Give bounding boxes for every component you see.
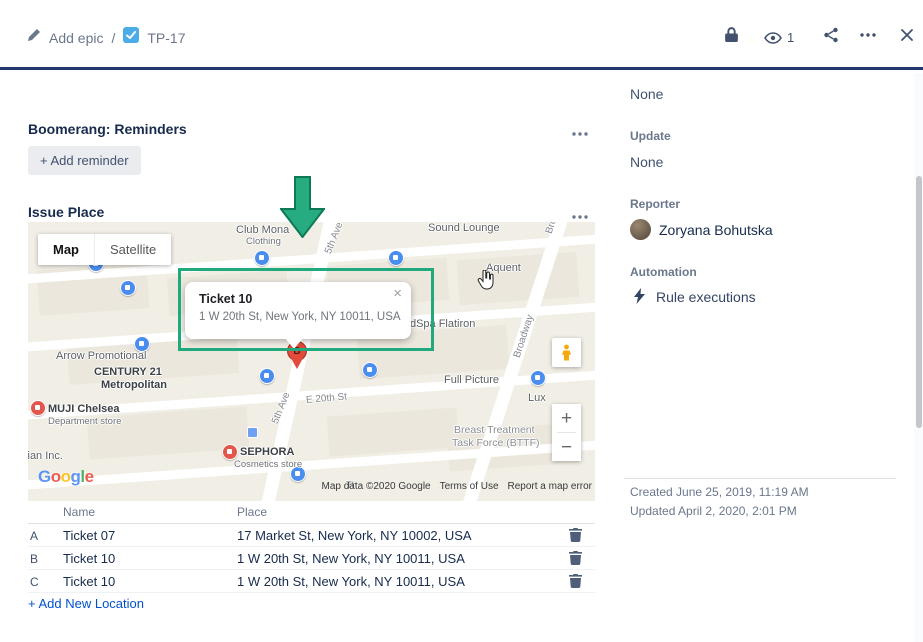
map-label: Arrow Promotional [56,350,146,362]
map-label: Department store [48,416,121,427]
street-view-pegman[interactable] [552,338,581,367]
map-label: Sound Lounge [428,222,500,234]
update-field-label: Update [630,129,671,143]
add-reminder-button[interactable]: + Add reminder [28,146,141,175]
map-label: Lux [528,392,546,404]
annotation-highlight-rect [178,268,434,351]
map-poi-icon[interactable] [259,368,275,384]
map-label: MUJI Chelsea [48,403,120,415]
map-poi-icon[interactable] [120,280,136,296]
google-logo: Google [38,467,94,487]
map-label: Cosmetics store [234,459,302,470]
update-field-value: None [630,154,663,170]
location-letter: B [30,552,38,566]
location-table-row: C Ticket 10 1 W 20th St, New York, NY 1001… [28,570,595,593]
watchers-count: 1 [787,30,794,45]
created-timestamp: Created June 25, 2019, 11:19 AM [630,485,809,499]
report-map-error-link[interactable]: Report a map error [508,481,592,492]
share-icon[interactable] [823,27,839,43]
issue-key-link[interactable]: TP-17 [147,30,185,46]
marker-pin-tip [291,358,303,369]
reporter-name: Zoryana Bohutska [659,222,773,238]
location-place: 17 Market St, New York, NY 10002, USA [237,528,472,543]
annotation-arrow [280,176,325,238]
map-poi-icon[interactable] [30,400,46,416]
reminders-more-icon[interactable] [568,120,592,143]
add-epic-link[interactable]: Add epic [49,30,103,46]
automation-field-label: Automation [630,265,697,279]
place-column-header: Place [237,505,267,519]
task-type-icon[interactable] [123,27,139,48]
map-poi-icon[interactable] [388,250,404,266]
terms-of-use-link[interactable]: Terms of Use [440,481,499,492]
field-value-none: None [630,86,663,102]
lock-icon[interactable] [724,26,739,43]
location-name: Ticket 10 [63,551,115,566]
map-poi-icon[interactable] [362,362,378,378]
google-map[interactable]: Club MonaClothingSound Lounge5th AveAque… [28,222,595,501]
map-label: Metropolitan [101,379,167,391]
map-label: CENTURY 21 [94,366,162,378]
map-type-satellite-button[interactable]: Satellite [94,234,171,265]
issue-place-section-title: Issue Place [28,204,104,220]
reporter-avatar[interactable] [630,219,651,240]
edit-pencil-icon[interactable] [27,28,41,47]
transit-station-icon[interactable] [247,427,258,438]
reminders-section-title: Boomerang: Reminders [28,121,187,137]
location-table-row: A Ticket 07 17 Market St, New York, NY 100… [28,524,595,547]
map-zoom-control: + − [552,404,581,461]
location-table-row: B Ticket 10 1 W 20th St, New York, NY 1001… [28,547,595,570]
breadcrumb-separator: / [111,30,115,46]
map-poi-icon[interactable] [254,250,270,266]
close-icon[interactable] [900,28,914,42]
delete-location-icon[interactable] [569,574,582,591]
location-name: Ticket 10 [63,574,115,589]
add-new-location-link[interactable]: + Add New Location [28,596,144,611]
automation-bolt-icon [634,288,646,309]
map-type-map-button[interactable]: Map [38,234,94,265]
map-data-text: Map data ©2020 Google [321,481,430,492]
jira-issue-view: Add epic / TP-17 1 Boomerang: Reminders … [0,0,923,642]
rule-executions-link[interactable]: Rule executions [656,289,756,305]
map-label: E 20th St [306,391,348,406]
more-actions-icon[interactable] [860,33,876,37]
issue-header: Add epic / TP-17 1 [0,0,923,70]
locations-table: Name Place A Ticket 07 17 Market St, New Y… [28,501,595,593]
map-attribution: Map data ©2020 Google Terms of Use Repor… [321,481,592,492]
mouse-cursor-hand [477,270,494,296]
updated-timestamp: Updated April 2, 2020, 2:01 PM [630,504,797,518]
map-poi-icon[interactable] [222,444,238,460]
name-column-header: Name [63,505,95,519]
map-poi-icon[interactable] [530,370,546,386]
location-place: 1 W 20th St, New York, NY 10011, USA [237,574,465,589]
delete-location-icon[interactable] [569,551,582,568]
map-label: Full Picture [444,374,499,386]
map-label: Clothing [246,236,281,247]
scrollbar-thumb[interactable] [916,176,922,428]
location-name: Ticket 07 [63,528,115,543]
map-label: SEPHORA [240,446,294,458]
map-label: Breast Treatment [454,424,535,436]
locations-table-body: A Ticket 07 17 Market St, New York, NY 100… [28,524,595,593]
reporter-field-label: Reporter [630,197,680,211]
sidebar-divider [624,478,896,479]
location-letter: C [30,575,39,589]
map-label: Task Force (BTTF) [452,437,540,449]
location-place: 1 W 20th St, New York, NY 10011, USA [237,551,465,566]
breadcrumb: Add epic / TP-17 [27,27,186,48]
locations-table-header: Name Place [28,501,595,524]
zoom-in-button[interactable]: + [552,404,581,432]
location-letter: A [30,529,38,543]
watchers-eye-icon[interactable]: 1 [764,30,794,45]
map-type-control: Map Satellite [38,234,171,265]
zoom-out-button[interactable]: − [552,433,581,461]
map-label: sian Inc. [28,450,63,462]
delete-location-icon[interactable] [569,528,582,545]
